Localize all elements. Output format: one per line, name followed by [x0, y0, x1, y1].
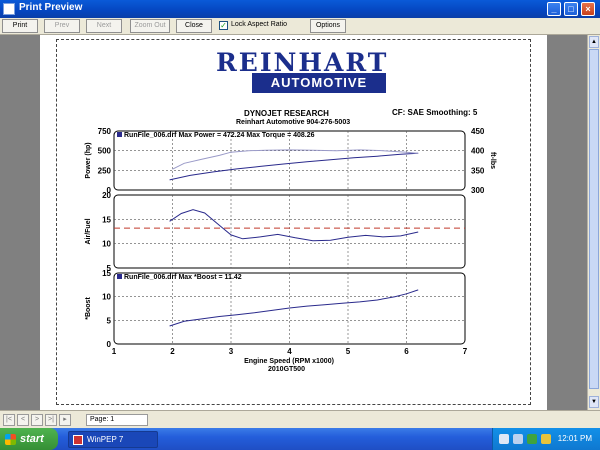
help-icon[interactable]	[499, 434, 509, 444]
x-tick-label: 2	[170, 347, 175, 356]
y-tick-label: 10	[102, 240, 111, 249]
first-page-button[interactable]: |<	[3, 414, 15, 426]
x-tick-label: 4	[287, 347, 292, 356]
extra-page-button[interactable]: ▸	[59, 414, 71, 426]
legend-swatch	[117, 132, 122, 137]
last-page-button[interactable]: >|	[45, 414, 57, 426]
taskbar: start WinPEP 7 12:01 PM	[0, 428, 600, 450]
y2-tick-label: 400	[471, 147, 485, 156]
legend-swatch	[117, 274, 122, 279]
y-tick-label: 5	[107, 316, 112, 325]
prev-page-button[interactable]: <	[17, 414, 29, 426]
page-indicator: Page: 1	[86, 414, 148, 426]
status-bar: |< < > >| ▸ Page: 1	[0, 410, 600, 428]
x-tick-label: 6	[404, 347, 409, 356]
y-tick-label: 15	[102, 269, 111, 278]
x-tick-label: 1	[112, 347, 117, 356]
y-axis-label: Air/Fuel	[85, 218, 92, 244]
clock: 12:01 PM	[557, 434, 592, 443]
next-page-button[interactable]: >	[31, 414, 43, 426]
chart-legend: RunFile_006.drf Max Power = 472.24 Max T…	[124, 132, 315, 139]
x-tick-label: 3	[229, 347, 234, 356]
y-tick-label: 20	[102, 191, 111, 200]
y-axis-label: *Boost	[85, 297, 92, 320]
start-label: start	[20, 433, 44, 445]
windows-logo-icon	[5, 434, 16, 445]
taskbar-item-winpep[interactable]: WinPEP 7	[68, 431, 158, 448]
volume-icon[interactable]	[541, 434, 551, 444]
winpep-icon	[73, 435, 83, 445]
y-tick-label: 10	[102, 293, 111, 302]
y2-axis-label: ft-lbs	[489, 152, 496, 169]
system-tray: 12:01 PM	[492, 428, 600, 450]
y-tick-label: 15	[102, 215, 111, 224]
y2-tick-label: 450	[471, 127, 485, 136]
taskbar-item-label: WinPEP 7	[87, 435, 124, 444]
report-footer-title: 2010GT500	[268, 366, 305, 373]
x-tick-label: 7	[463, 347, 468, 356]
y-tick-label: 500	[98, 147, 112, 156]
y2-tick-label: 350	[471, 166, 485, 175]
x-axis-label: Engine Speed (RPM x1000)	[244, 358, 334, 365]
x-tick-label: 5	[346, 347, 351, 356]
antivirus-icon[interactable]	[527, 434, 537, 444]
y-tick-label: 750	[98, 127, 112, 136]
y2-tick-label: 300	[471, 186, 485, 195]
y-axis-label: Power (hp)	[85, 142, 92, 178]
dyno-charts: 0250500750300350400450ft-lbsPower (hp)Ru…	[85, 127, 496, 365]
chart-legend: RunFile_006.drf Max *Boost = 11.42	[124, 274, 242, 281]
start-button[interactable]: start	[0, 428, 58, 450]
network-icon[interactable]	[513, 434, 523, 444]
y-tick-label: 250	[98, 166, 112, 175]
